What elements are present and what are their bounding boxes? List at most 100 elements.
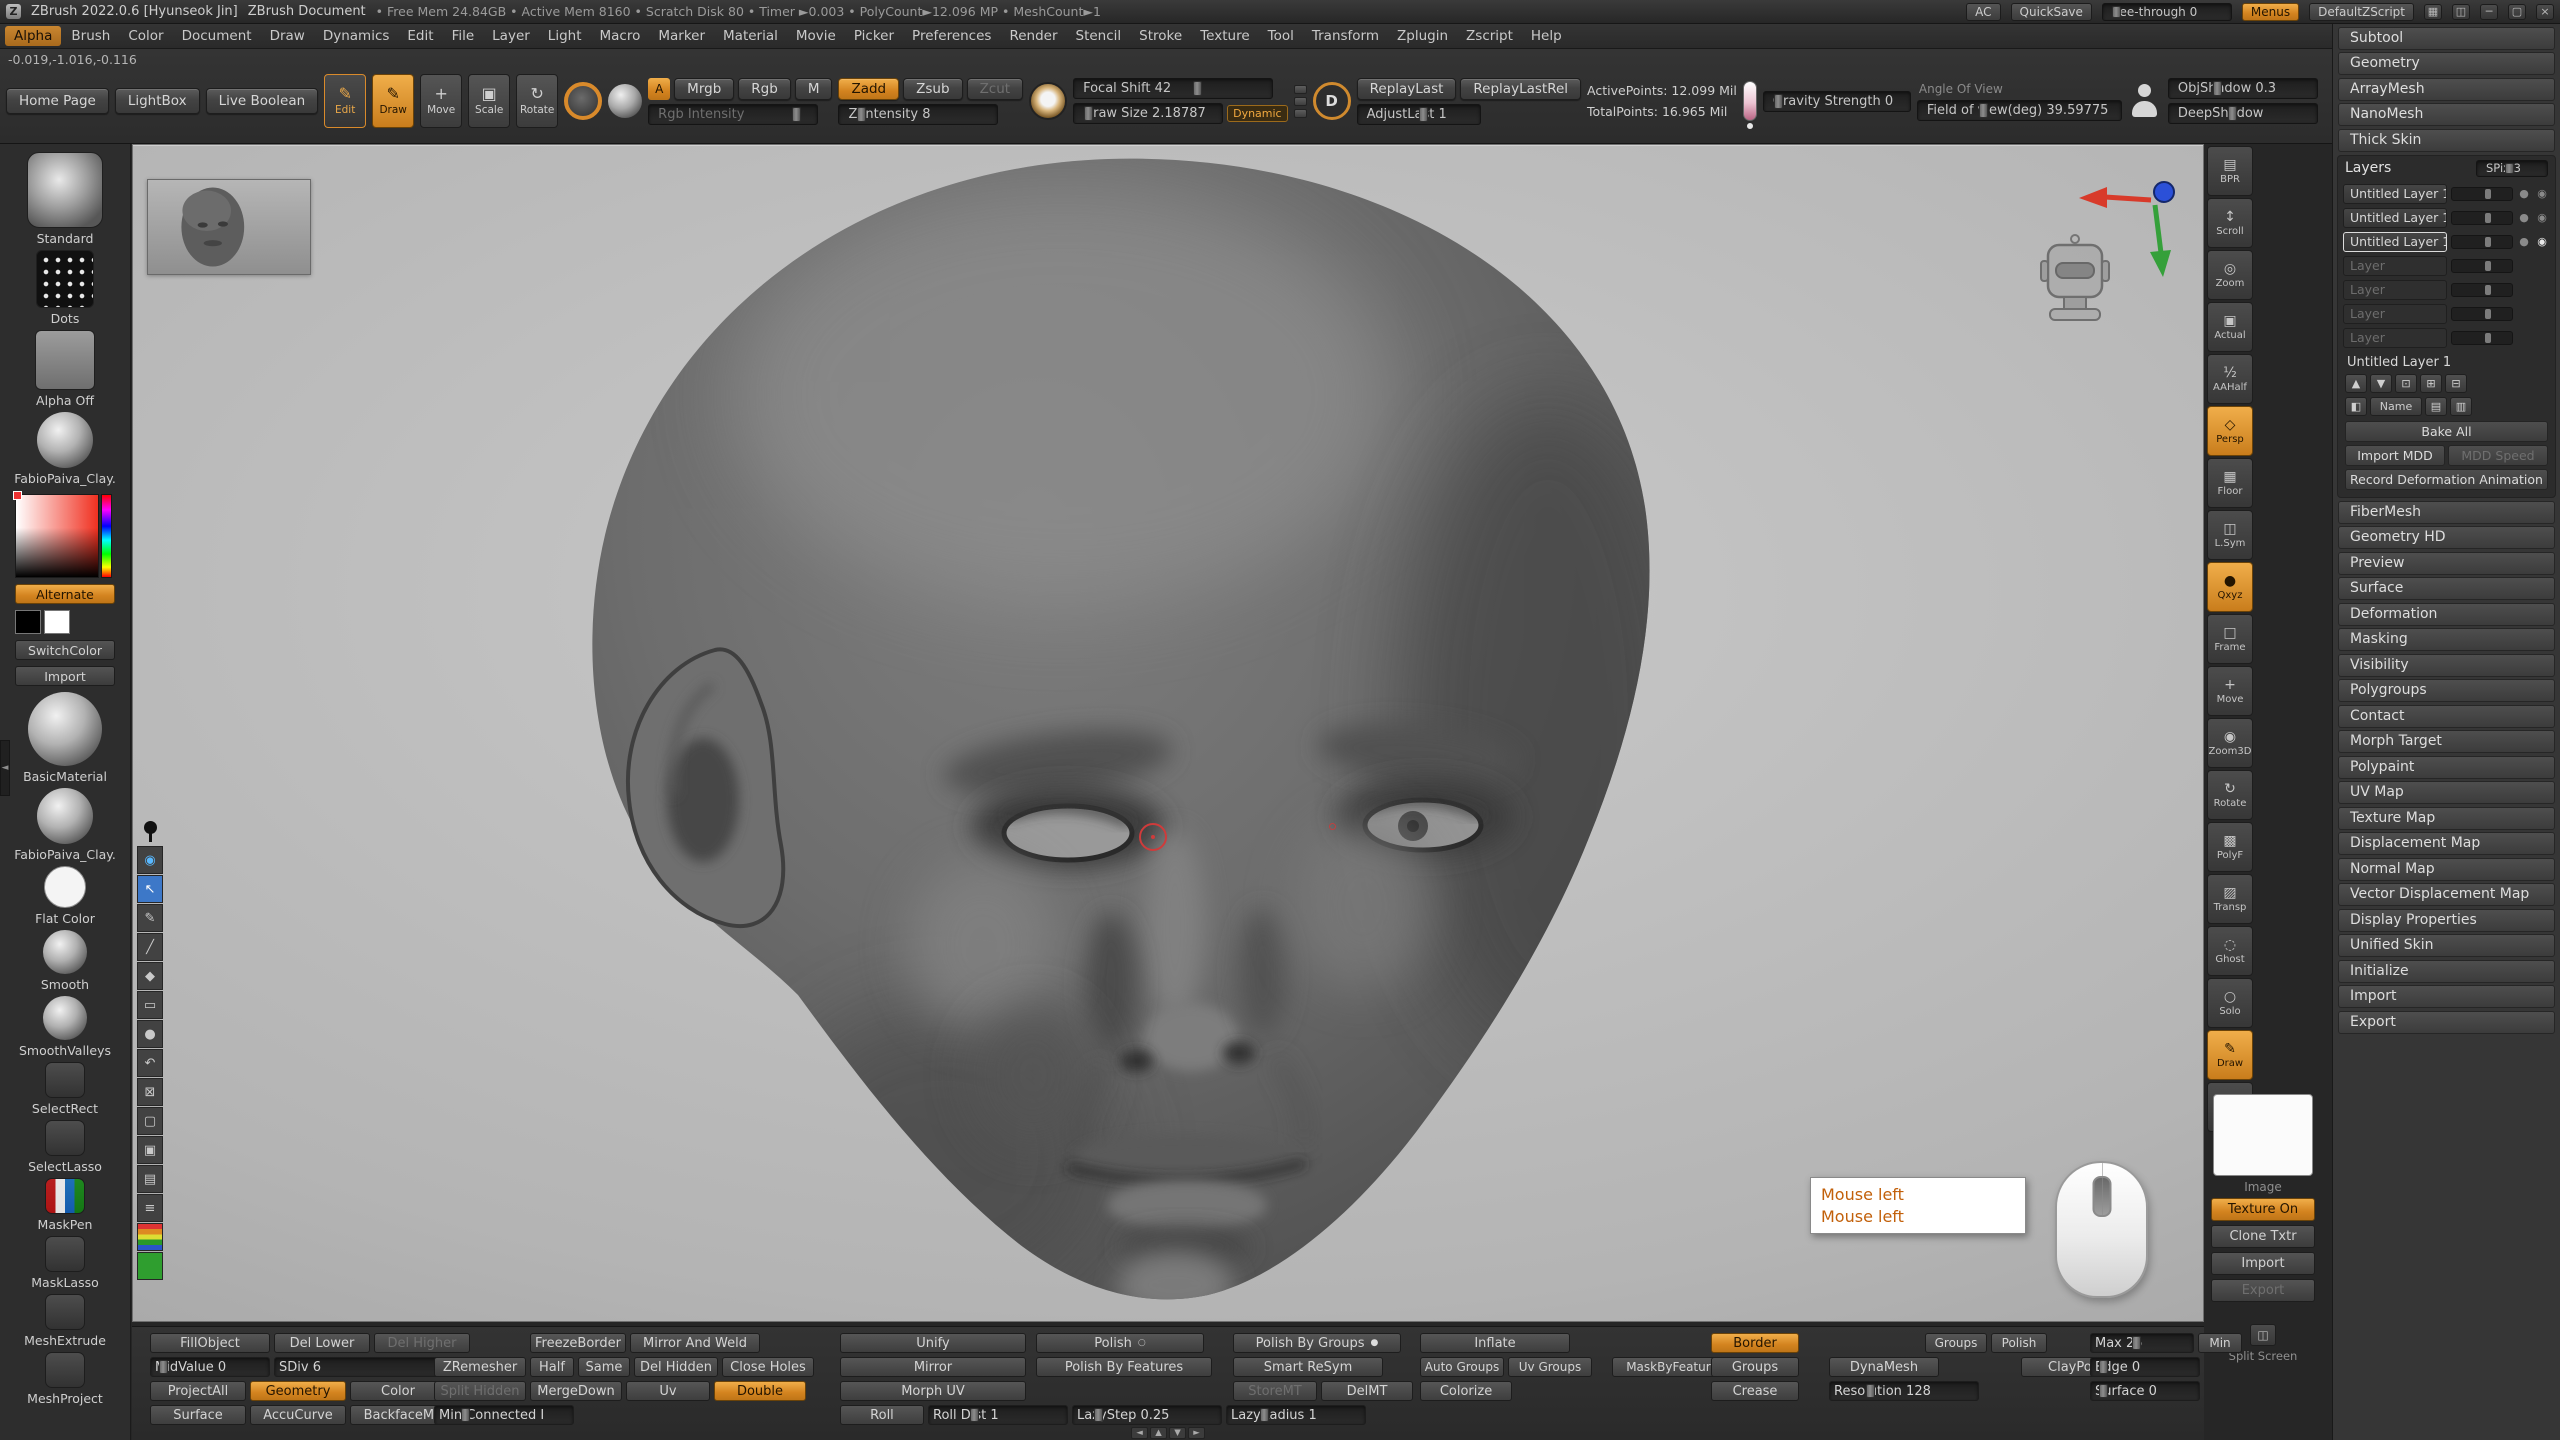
tool-panel-section[interactable]: Visibility [2338,654,2555,677]
panel-slider[interactable]: Surface 0 [2090,1381,2200,1401]
brush-slot[interactable]: Alpha Off [14,330,116,408]
tool-panel-section[interactable]: Thick Skin [2338,129,2555,152]
panel-button[interactable]: Surface [150,1405,246,1425]
shelf-toggle[interactable]: ↻ Rotate [2207,770,2253,820]
tool-panel-section[interactable]: NanoMesh [2338,103,2555,126]
panel-button[interactable]: LazyRadius 1 [1226,1405,1366,1425]
edit-button[interactable]: ✎ Edit [324,74,366,128]
home-page-button[interactable]: Home Page [6,88,109,114]
panel-button[interactable]: AccuCurve [250,1405,346,1425]
menu-item[interactable]: Zscript [1457,24,1522,48]
layer-tool-button[interactable]: ▥ [2450,397,2472,416]
draw-size-slider[interactable]: Draw Size 2.18787 [1073,103,1223,124]
panel-button[interactable]: Polish By Groups [1233,1333,1401,1353]
shelf-toggle[interactable]: ◇ Persp [2207,406,2253,456]
zcut-button[interactable]: Zcut [967,78,1024,100]
material-slot[interactable]: BasicMaterial [14,692,116,784]
picker-tool[interactable]: ≡ [137,1194,163,1222]
menu-item[interactable]: Tool [1259,24,1303,48]
panel-button[interactable]: Split Hidden [434,1381,526,1401]
menu-item[interactable]: Marker [649,24,714,48]
picker-tool[interactable] [137,1223,163,1251]
panel-button[interactable]: Half [530,1357,574,1377]
z-intensity-slider[interactable]: Z Intensity 8 [838,104,998,125]
seethrough-slider[interactable]: See-through 0 [2102,3,2232,21]
menu-item[interactable]: Preferences [903,24,1000,48]
focal-shift-slider[interactable]: Focal Shift 42 [1073,78,1273,99]
tool-panel-section[interactable]: Masking [2338,628,2555,651]
sidebar-collapse-arrow[interactable]: ◄ [0,740,10,796]
color-picker[interactable] [15,494,115,578]
material-slot[interactable]: SelectLasso [14,1120,116,1174]
material-slot[interactable]: SmoothValleys [14,996,116,1058]
clone-texture-button[interactable]: Clone Txtr [2211,1225,2315,1248]
panel-button[interactable]: FreezeBorder [530,1333,626,1353]
objshadow-slider[interactable]: ObjShadow 0.3 [2168,78,2318,99]
menu-item[interactable]: File [443,24,484,48]
tool-panel-section[interactable]: Import [2338,985,2555,1008]
tool-panel-section[interactable]: Unified Skin [2338,934,2555,957]
panel-button[interactable]: Uv Groups [1508,1357,1592,1377]
tool-panel-section[interactable]: Geometry [2338,52,2555,75]
panel-button[interactable]: Geometry [250,1381,346,1401]
panel-button[interactable]: LazyStep 0.25 [1072,1405,1222,1425]
lightbox-button[interactable]: LightBox [115,88,200,114]
camera-icon[interactable] [2035,231,2115,326]
panel-slider[interactable]: Min Connected I [434,1405,574,1425]
a-button[interactable]: A [648,78,670,100]
material-slot[interactable]: FabioPaiva_Clay. [14,788,116,862]
panel-button[interactable]: Uv [626,1381,710,1401]
shelf-toggle[interactable]: + Move [2207,666,2253,716]
picker-tool[interactable] [137,1252,163,1280]
mdd-speed-button[interactable]: MDD Speed [2448,445,2548,466]
panel-button[interactable]: Groups [1711,1357,1799,1377]
tool-panel-section[interactable]: Polypaint [2338,756,2555,779]
nav-arrow[interactable]: ▼ [1169,1427,1186,1439]
mrgb-button[interactable]: Mrgb [674,78,734,100]
adjust-last-slider[interactable]: AdjustLast 1 [1357,104,1481,125]
picker-tool[interactable]: ╱ [137,933,163,961]
close-icon[interactable]: × [2536,4,2554,20]
record-icon[interactable]: ● [2517,211,2531,224]
menu-item[interactable]: Texture [1191,24,1258,48]
nav-arrow[interactable]: ► [1188,1427,1205,1439]
export-texture-button[interactable]: Export [2211,1279,2315,1302]
shelf-toggle[interactable]: ✎ Draw [2207,1030,2253,1080]
panel-button[interactable]: Del Lower [274,1333,370,1353]
panel-button[interactable]: Polish [1036,1333,1204,1353]
menu-item[interactable]: Edit [398,24,442,48]
tool-panel-section[interactable]: Displacement Map [2338,832,2555,855]
menu-item[interactable]: Picker [845,24,903,48]
eye-icon[interactable]: ◉ [2535,187,2549,200]
menu-item[interactable]: Render [1000,24,1066,48]
layers-title[interactable]: Layers [2345,160,2391,176]
rgb-intensity-slider[interactable]: Rgb Intensity [648,104,818,125]
menus-button[interactable]: Menus [2242,3,2299,21]
shelf-toggle[interactable]: ● Qxyz [2207,562,2253,612]
hue-strip[interactable] [101,494,112,578]
zsub-button[interactable]: Zsub [903,78,962,100]
panel-button[interactable]: Smart ReSym [1233,1357,1383,1377]
layer-row[interactable]: Untitled Layer 1 ● ◉ [2343,231,2550,253]
tool-panel-section[interactable]: Vector Displacement Map [2338,883,2555,906]
layer-tool-button[interactable]: ⊡ [2395,374,2417,393]
panel-button[interactable]: DelMT [1321,1381,1413,1401]
nav-thumbnail[interactable] [147,179,311,275]
texture-on-button[interactable]: Texture On [2211,1198,2315,1221]
panel-button[interactable]: Polish [1991,1333,2047,1353]
tool-panel-section[interactable]: Morph Target [2338,730,2555,753]
rotate-button[interactable]: ↻ Rotate [516,74,558,128]
panel-button[interactable]: Roll [840,1405,924,1425]
gravity-slider[interactable]: Gravity Strength 0 [1763,91,1911,112]
menu-item[interactable]: Brush [62,24,119,48]
menu-item[interactable]: Macro [591,24,650,48]
replay-last-button[interactable]: ReplayLast [1357,78,1457,100]
m-button[interactable]: M [795,78,833,100]
alternate-button[interactable]: Alternate [15,584,115,604]
replay-last-rel-button[interactable]: ReplayLastRel [1460,78,1581,100]
picker-tool[interactable]: ◉ [137,846,163,874]
panel-button[interactable]: Morph UV [840,1381,1026,1401]
shelf-toggle[interactable]: ◌ Ghost [2207,926,2253,976]
brush-slot[interactable]: FabioPaiva_Clay. [14,412,116,486]
panel-button[interactable]: Close Holes [722,1357,814,1377]
